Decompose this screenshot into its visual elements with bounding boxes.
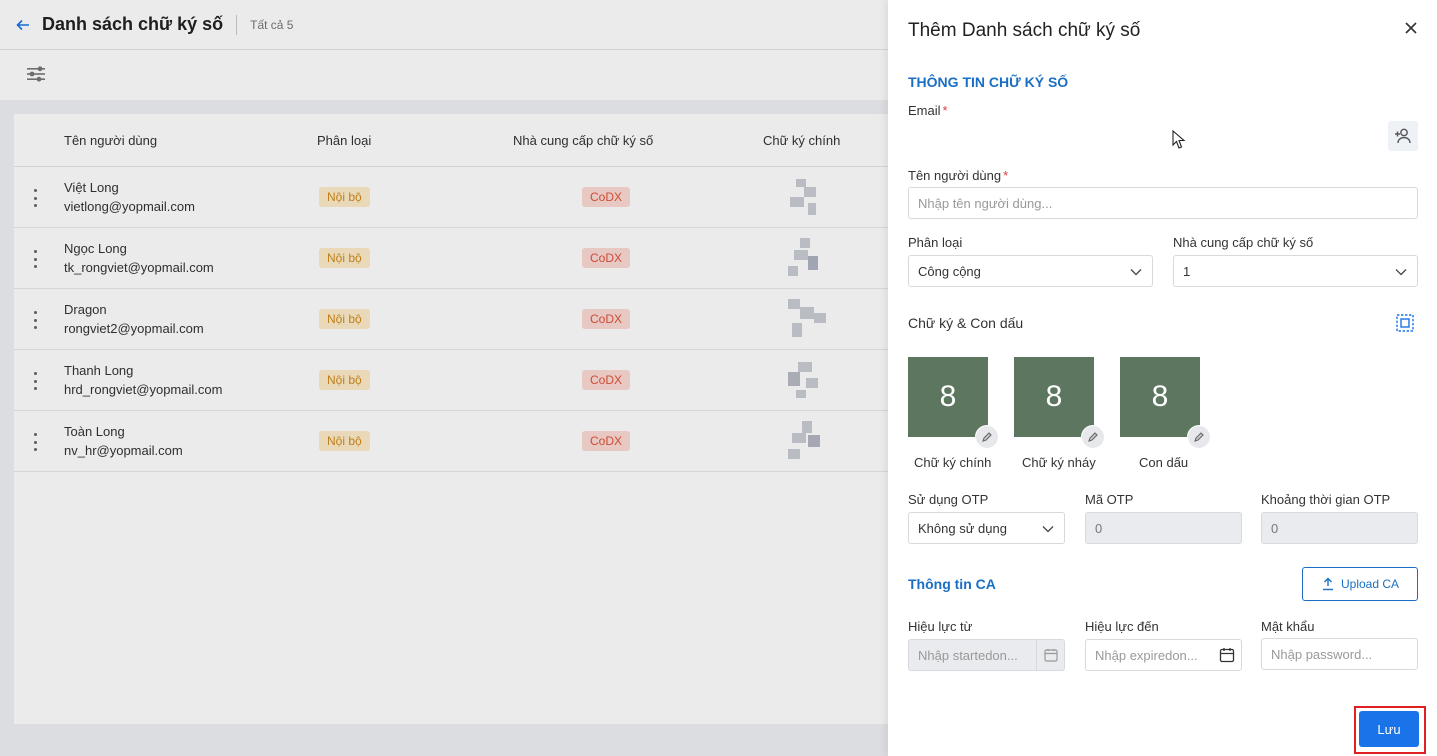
email-label: Email * (908, 103, 948, 118)
panel-title: Thêm Danh sách chữ ký số (908, 20, 1141, 41)
provider-value: 1 (1183, 263, 1191, 279)
initial-signature-caption: Chữ ký nháy (1022, 455, 1096, 470)
calendar-icon[interactable] (1213, 640, 1241, 670)
edit-pencil-icon[interactable] (975, 425, 999, 449)
category-label: Phân loại (908, 235, 963, 250)
edit-pencil-icon[interactable] (1081, 425, 1105, 449)
otp-duration-label: Khoảng thời gian OTP (1261, 492, 1391, 507)
required-mark: * (942, 103, 948, 118)
section-signature-info: THÔNG TIN CHỮ KÝ SỐ (908, 74, 1069, 90)
password-input[interactable]: Nhập password... (1261, 638, 1418, 670)
otp-duration-value: 0 (1271, 520, 1279, 536)
chevron-down-icon (1395, 269, 1407, 276)
chevron-down-icon (1042, 526, 1054, 533)
save-button[interactable]: Lưu (1359, 711, 1419, 747)
main-signature-caption: Chữ ký chính (914, 455, 992, 470)
signature-stamp-label: Chữ ký & Con dấu (908, 315, 1024, 331)
valid-to-input[interactable]: Nhập expiredon... (1085, 639, 1242, 671)
otp-label: Sử dụng OTP (908, 492, 989, 507)
scan-icon[interactable] (1396, 314, 1414, 332)
valid-from-input[interactable]: Nhập startedon... (908, 639, 1065, 671)
otp-code-label: Mã OTP (1085, 492, 1134, 507)
username-label-text: Tên người dùng (908, 168, 1002, 183)
main-signature-box[interactable]: 8 (908, 357, 988, 437)
email-label-text: Email (908, 103, 941, 118)
stamp-caption: Con dấu (1139, 455, 1189, 470)
add-user-button[interactable] (1388, 121, 1418, 151)
close-icon[interactable] (1402, 19, 1420, 37)
upload-ca-label: Upload CA (1340, 577, 1400, 591)
username-label: Tên người dùng * (908, 168, 1008, 183)
initial-signature-box[interactable]: 8 (1014, 357, 1094, 437)
valid-to-label: Hiệu lực đến (1085, 619, 1159, 634)
username-placeholder: Nhập tên người dùng... (918, 195, 1053, 211)
provider-select[interactable]: 1 (1173, 255, 1418, 287)
chevron-down-icon (1130, 269, 1142, 276)
calendar-icon[interactable] (1036, 640, 1064, 670)
valid-to-placeholder: Nhập expiredon... (1095, 647, 1198, 663)
add-signature-panel: Thêm Danh sách chữ ký số THÔNG TIN CHỮ K… (888, 0, 1437, 756)
otp-select[interactable]: Không sử dụng (908, 512, 1065, 544)
provider-label: Nhà cung cấp chữ ký số (1173, 235, 1314, 250)
category-value: Công cộng (918, 263, 981, 279)
otp-value: Không sử dụng (918, 520, 1007, 536)
modal-backdrop[interactable] (0, 0, 888, 756)
category-select[interactable]: Công cộng (908, 255, 1153, 287)
valid-from-label: Hiệu lực từ (908, 619, 973, 634)
required-mark: * (1003, 168, 1009, 183)
username-input[interactable]: Nhập tên người dùng... (908, 187, 1418, 219)
mouse-cursor-icon (1172, 130, 1186, 149)
upload-icon (1322, 577, 1333, 591)
password-label: Mật khẩu (1261, 619, 1315, 634)
stamp-box[interactable]: 8 (1120, 357, 1200, 437)
edit-pencil-icon[interactable] (1187, 425, 1211, 449)
section-ca-info: Thông tin CA (908, 576, 996, 592)
otp-code-value: 0 (1095, 520, 1103, 536)
otp-code-input[interactable]: 0 (1085, 512, 1242, 544)
password-placeholder: Nhập password... (1271, 646, 1373, 662)
otp-duration-input[interactable]: 0 (1261, 512, 1418, 544)
valid-from-placeholder: Nhập startedon... (918, 647, 1018, 663)
upload-ca-button[interactable]: Upload CA (1302, 567, 1418, 601)
